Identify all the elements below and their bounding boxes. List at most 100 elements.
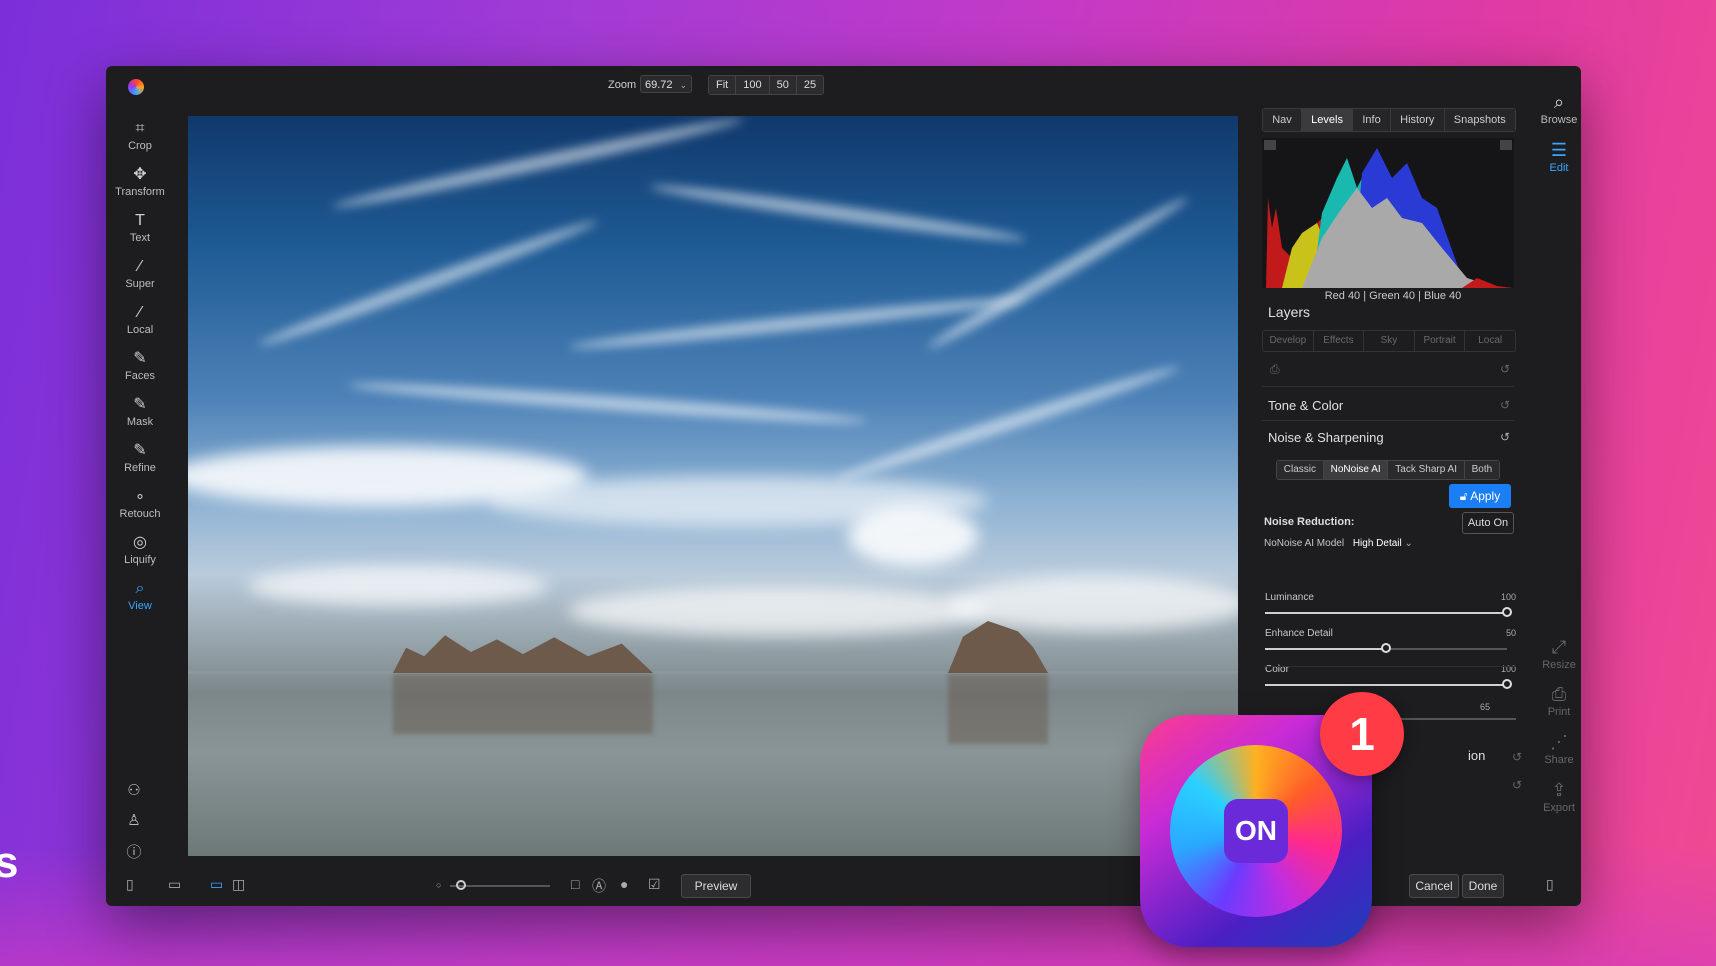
tab-snapshots[interactable]: Snapshots (1444, 109, 1515, 131)
circle-mask-icon[interactable]: ● (620, 876, 628, 892)
zoom-25-button[interactable]: 25 (796, 76, 824, 94)
tool-local[interactable]: ⁄ Local (106, 302, 174, 348)
cancel-button[interactable]: Cancel (1409, 874, 1459, 898)
layer-tab-sky[interactable]: Sky (1364, 331, 1415, 351)
mode-both[interactable]: Both (1464, 461, 1499, 479)
noise-mode-tabs: Classic NoNoise AI Tack Sharp AI Both (1276, 460, 1500, 480)
share-module[interactable]: ⋰ Share (1536, 730, 1581, 766)
edit-module[interactable]: ☰ Edit (1536, 138, 1581, 174)
layers-title: Layers (1268, 304, 1311, 320)
chevron-down-icon: ⌄ (679, 80, 687, 90)
mode-classic[interactable]: Classic (1277, 461, 1324, 479)
tool-super[interactable]: ⁄ Super (106, 256, 174, 302)
mode-tack-sharp-ai[interactable]: Tack Sharp AI (1388, 461, 1465, 479)
compare-view-icon[interactable]: ◫ (232, 876, 245, 893)
single-view-icon[interactable]: ▭ (210, 876, 223, 893)
photo-canvas[interactable] (188, 116, 1238, 856)
resize-module[interactable]: ⤢ Resize (1536, 635, 1581, 671)
share-label: Share (1544, 754, 1574, 766)
preview-button[interactable]: Preview (681, 874, 751, 898)
tool-transform[interactable]: ✥ Transform (106, 164, 174, 210)
layer-tab-effects[interactable]: Effects (1314, 331, 1365, 351)
done-button[interactable]: Done (1462, 874, 1504, 898)
zoom-select[interactable]: 69.72 ⌄ (640, 75, 692, 93)
zoom-label: Zoom (608, 79, 637, 91)
user-icon[interactable]: ♙ (124, 811, 144, 829)
color-slider[interactable] (1265, 679, 1512, 689)
brush-size-knob[interactable] (456, 880, 466, 890)
export-module[interactable]: ⇪ Export (1536, 778, 1581, 814)
tab-info[interactable]: Info (1353, 109, 1391, 131)
partial-section-label: ion (1468, 748, 1486, 763)
zoom-50-button[interactable]: 50 (769, 76, 797, 94)
tool-liquify[interactable]: ◎ Liquify (106, 532, 174, 578)
auto-on-button[interactable]: Auto On (1462, 512, 1514, 534)
help-icon[interactable]: ⓘ (124, 841, 144, 862)
reset-tone-icon[interactable]: ↺ (1500, 398, 1510, 412)
tab-nav[interactable]: Nav (1263, 109, 1302, 131)
clip-highlight-toggle[interactable] (1500, 140, 1512, 150)
notification-badge: 1 (1320, 692, 1404, 776)
slider-fill (1265, 612, 1507, 614)
tool-label: Text (129, 232, 151, 244)
reset-noise-icon[interactable]: ↺ (1500, 430, 1510, 444)
rgb-readout: Red 40 | Green 40 | Blue 40 (1324, 290, 1462, 302)
left-panel-toggle-icon[interactable]: ▯ (126, 876, 134, 893)
slider-knob[interactable] (1381, 643, 1391, 653)
mode-nonoise-ai[interactable]: NoNoise AI (1323, 461, 1389, 479)
slider-knob[interactable] (1502, 679, 1512, 689)
layer-tab-develop[interactable]: Develop (1263, 331, 1314, 351)
small-dot-icon: ○ (436, 880, 442, 890)
right-panel-toggle-icon[interactable]: ▯ (1546, 876, 1554, 893)
mask-brush-icon: ✎ (133, 396, 147, 413)
share-icon: ⋰ (1550, 732, 1568, 752)
tool-label: Mask (126, 416, 154, 428)
apply-button[interactable]: 🔓︎ Apply (1449, 484, 1511, 508)
browse-module[interactable]: ⌕ Browse (1536, 90, 1581, 126)
people-group-icon[interactable]: ⚇ (124, 781, 144, 799)
wand-icon: ⁄ (138, 258, 142, 275)
slider-label: Enhance Detail (1265, 628, 1333, 639)
apply-label: Apply (1470, 489, 1501, 503)
tool-refine[interactable]: ✎ Refine (106, 440, 174, 486)
print-module[interactable]: ⎙ Print (1536, 682, 1581, 718)
tool-text[interactable]: T Text (106, 210, 174, 256)
tool-retouch[interactable]: ∘ Retouch (106, 486, 174, 532)
face-brush-icon: ✎ (133, 350, 147, 367)
tone-color-header[interactable]: Tone & Color (1268, 398, 1343, 413)
noise-sharpening-header[interactable]: Noise & Sharpening (1268, 430, 1384, 445)
text-icon: T (135, 212, 145, 229)
tab-levels[interactable]: Levels (1301, 109, 1354, 131)
app-mark: ON (1224, 799, 1288, 863)
clip-shadow-toggle[interactable] (1264, 140, 1276, 150)
enhance-detail-slider[interactable] (1265, 643, 1507, 653)
fingerprint-icon: ◎ (133, 534, 147, 551)
histogram-graph (1264, 140, 1512, 288)
model-row[interactable]: NoNoise AI Model High Detail ⌄ (1264, 538, 1413, 549)
tool-faces[interactable]: ✎ Faces (106, 348, 174, 394)
slider-knob[interactable] (1502, 607, 1512, 617)
tool-label: Super (125, 278, 155, 290)
brush-icon: ⁄ (138, 304, 142, 321)
hidden-slider-value: 65 (1480, 702, 1491, 712)
zoom-100-button[interactable]: 100 (736, 76, 770, 94)
checkbox-icon[interactable]: ☑ (648, 876, 661, 893)
tool-crop[interactable]: ⌗ Crop (106, 118, 174, 164)
tab-history[interactable]: History (1390, 109, 1445, 131)
zoom-fit-button[interactable]: Fit (709, 76, 737, 94)
tool-mask[interactable]: ✎ Mask (106, 394, 174, 440)
export-label: Export (1543, 802, 1575, 814)
layer-tabs: Develop Effects Sky Portrait Local (1262, 330, 1516, 352)
tool-view[interactable]: ⌕ View (106, 578, 174, 624)
layer-tab-local[interactable]: Local (1465, 331, 1515, 351)
auto-mask-icon[interactable]: Ⓐ (592, 876, 606, 896)
layer-tab-portrait[interactable]: Portrait (1415, 331, 1466, 351)
unlock-icon: 🔓︎ (1459, 489, 1468, 503)
model-value: High Detail (1352, 538, 1402, 549)
filmstrip-icon[interactable]: ▭ (168, 876, 181, 893)
luminance-slider[interactable] (1265, 607, 1512, 617)
reset-layer-icon[interactable]: ↺ (1500, 362, 1510, 376)
save-preset-icon[interactable]: ⎙ (1270, 362, 1280, 377)
mask-square-icon[interactable]: □ (571, 876, 579, 892)
panel-tabs: Nav Levels Info History Snapshots (1262, 108, 1516, 132)
